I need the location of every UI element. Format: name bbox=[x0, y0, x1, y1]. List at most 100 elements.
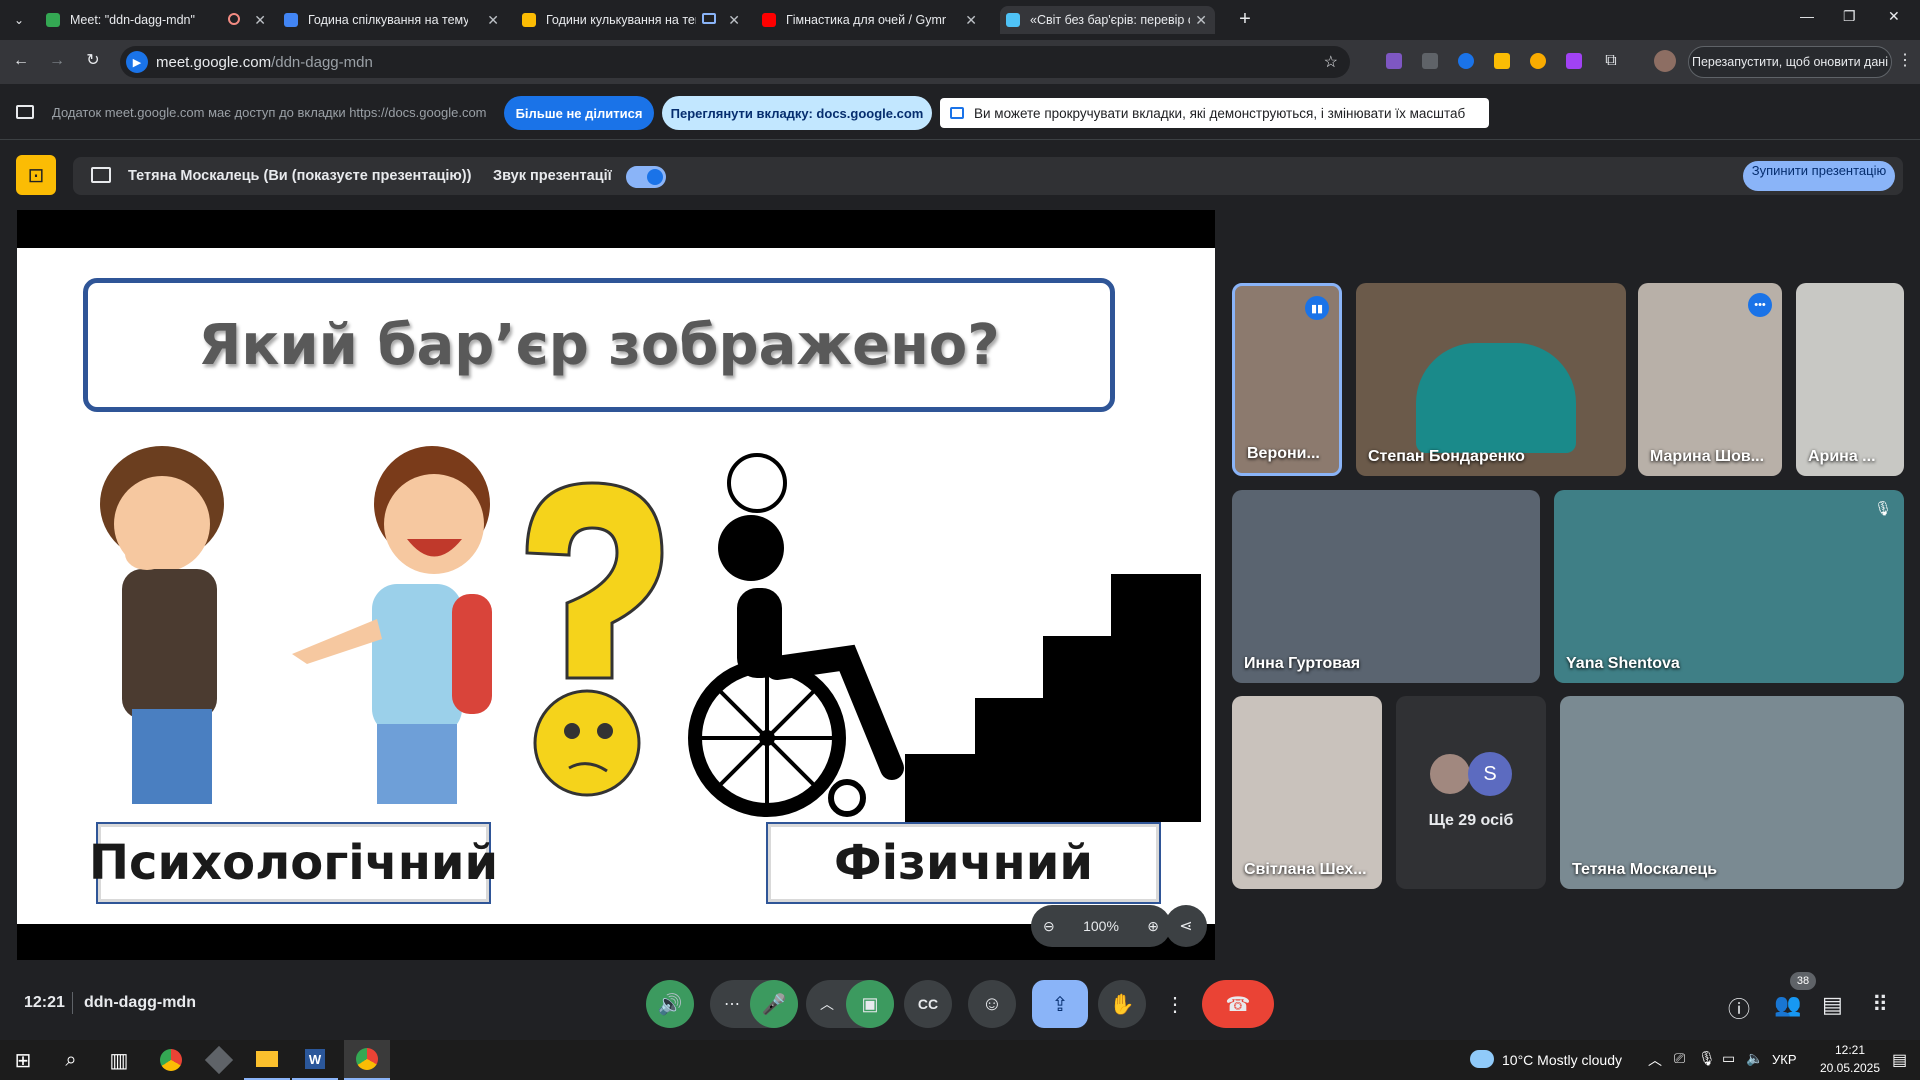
more-vert-icon: ⋮ bbox=[1165, 993, 1185, 1016]
close-tab-icon[interactable]: ✕ bbox=[1195, 12, 1207, 29]
scroll-info-text: Ви можете прокручувати вкладки, які демо… bbox=[974, 105, 1466, 121]
app-icon[interactable] bbox=[196, 1040, 242, 1080]
participant-video bbox=[1416, 343, 1576, 453]
activities-grid-icon[interactable]: ⠿ bbox=[1872, 992, 1888, 1018]
weather-text[interactable]: 10°C Mostly cloudy bbox=[1502, 1052, 1622, 1068]
captions-button[interactable]: CC bbox=[904, 980, 952, 1028]
extension-quill-icon[interactable] bbox=[1386, 53, 1402, 69]
reload-icon[interactable]: ↻ bbox=[84, 52, 102, 70]
view-tab-button[interactable]: Переглянути вкладку: docs.google.com bbox=[662, 96, 932, 130]
label-psychological: Психологічний bbox=[88, 835, 499, 891]
presentation-sound-toggle[interactable] bbox=[626, 166, 666, 188]
participant-name: Світлана Шех... bbox=[1244, 861, 1367, 878]
forward-icon[interactable]: → bbox=[48, 52, 66, 70]
participant-name: Инна Гуртовая bbox=[1244, 655, 1361, 672]
volume-icon[interactable]: 🔈 bbox=[1746, 1050, 1763, 1067]
microphone-button[interactable]: 🎤 bbox=[750, 980, 798, 1028]
participant-name: Yana Shentova bbox=[1566, 655, 1680, 672]
meeting-info-icon[interactable]: ⓘ bbox=[1728, 992, 1750, 1024]
profile-avatar[interactable] bbox=[1654, 50, 1676, 72]
site-info-icon[interactable]: ▶ bbox=[126, 51, 148, 73]
participant-tile-self[interactable]: Тетяна Москалець bbox=[1560, 696, 1904, 889]
camera-button[interactable]: ▣ bbox=[846, 980, 894, 1028]
close-tab-icon[interactable]: ✕ bbox=[254, 12, 266, 29]
stop-presenting-button[interactable]: Зупинити презентацію bbox=[1743, 161, 1895, 191]
close-tab-icon[interactable]: ✕ bbox=[487, 12, 499, 29]
people-icon[interactable]: 👥 bbox=[1774, 992, 1801, 1018]
zoom-in-icon[interactable]: ⊕ bbox=[1147, 918, 1159, 935]
more-participants-tile[interactable]: S Ще 29 осіб bbox=[1396, 696, 1546, 889]
back-icon[interactable]: ← bbox=[12, 52, 30, 70]
participant-tile[interactable]: ••• Марина Шов... bbox=[1638, 283, 1782, 476]
tab-search-icon[interactable]: ⌄ bbox=[10, 11, 28, 29]
stop-sharing-button[interactable]: Більше не ділитися bbox=[504, 96, 654, 130]
mic-tray-icon[interactable]: 🎙 bbox=[1698, 1050, 1716, 1067]
tab-doc-1[interactable]: Година спілкування на тему: « ✕ bbox=[284, 6, 499, 34]
tab-title: «Світ без бар'єрів: перевір себ bbox=[1030, 13, 1190, 27]
speaker-button[interactable]: 🔊 bbox=[646, 980, 694, 1028]
zoom-out-icon[interactable]: ⊖ bbox=[1043, 918, 1055, 935]
participant-tile[interactable]: Арина ... bbox=[1796, 283, 1904, 476]
zoom-level: 100% bbox=[1083, 918, 1119, 934]
windows-taskbar: ⊞ ⌕ ▥ W 10°C Mostly cloudy ︿ ⎚ 🎙 ▭ 🔈 УКР… bbox=[0, 1040, 1920, 1080]
wheelchair-illustration bbox=[688, 453, 904, 817]
language-indicator[interactable]: УКР bbox=[1772, 1052, 1797, 1067]
tab-slides[interactable]: Години кулькування на тем ✕ bbox=[522, 6, 740, 34]
chrome-icon[interactable] bbox=[148, 1040, 194, 1080]
reactions-button[interactable]: ☺ bbox=[968, 980, 1016, 1028]
close-tab-icon[interactable]: ✕ bbox=[965, 12, 977, 29]
tab-meet[interactable]: Meet: "ddn-dagg-mdn" ✕ bbox=[46, 6, 266, 34]
tab-active-quiz[interactable]: «Світ без бар'єрів: перевір себ ✕ bbox=[1000, 6, 1215, 34]
extension-coin-icon[interactable] bbox=[1530, 53, 1546, 69]
address-bar[interactable]: ▶ meet.google.com/ddn-dagg-mdn ☆ bbox=[120, 46, 1350, 78]
speaking-icon: ▮▮ bbox=[1305, 296, 1329, 320]
clock-date[interactable]: 20.05.2025 bbox=[1812, 1061, 1888, 1075]
participant-tile[interactable]: ▮▮ Верони... bbox=[1232, 283, 1342, 476]
extensions-puzzle-icon[interactable]: ⧉ bbox=[1602, 52, 1620, 70]
participant-tile[interactable]: 🎙 Yana Shentova bbox=[1554, 490, 1904, 683]
network-icon[interactable]: ▭ bbox=[1722, 1050, 1735, 1067]
bookmark-star-icon[interactable]: ☆ bbox=[1324, 52, 1338, 72]
close-tab-icon[interactable]: ✕ bbox=[728, 12, 740, 29]
chat-icon[interactable]: ▤ bbox=[1822, 992, 1843, 1018]
more-options-button[interactable]: ⋮ bbox=[1158, 980, 1192, 1028]
extension-blue-dot-icon[interactable] bbox=[1458, 53, 1474, 69]
tab-youtube[interactable]: Гімнастика для очей / Gymnas ✕ bbox=[762, 6, 977, 34]
leave-call-button[interactable]: ☎ bbox=[1202, 980, 1274, 1028]
captions-icon: CC bbox=[917, 996, 939, 1012]
windows-start-icon[interactable]: ⊞ bbox=[0, 1040, 46, 1080]
pin-presentation-icon[interactable]: ⊡ bbox=[16, 155, 56, 195]
chevron-up-icon[interactable]: ︿ bbox=[820, 994, 834, 1014]
present-button[interactable]: ⇪ bbox=[1032, 980, 1088, 1028]
meet-favicon-icon bbox=[46, 13, 60, 27]
close-window-icon[interactable]: ✕ bbox=[1888, 8, 1900, 25]
weather-cloud-icon bbox=[1470, 1050, 1494, 1068]
notifications-icon[interactable]: ▤ bbox=[1892, 1050, 1907, 1070]
participant-tile[interactable]: Світлана Шех... bbox=[1232, 696, 1382, 889]
quiz-favicon-icon bbox=[1006, 13, 1020, 27]
participant-tile[interactable]: Инна Гуртовая bbox=[1232, 490, 1540, 683]
restore-icon[interactable]: ❐ bbox=[1843, 8, 1856, 25]
menu-kebab-icon[interactable]: ⋮ bbox=[1896, 52, 1914, 70]
clock-time[interactable]: 12:21 bbox=[1820, 1043, 1880, 1057]
camera-tray-icon[interactable]: ⎚ bbox=[1674, 1050, 1685, 1067]
relaunch-button[interactable]: Перезапустити, щоб оновити дані bbox=[1688, 46, 1892, 78]
screen-share-icon bbox=[16, 105, 34, 119]
tab-title: Години кулькування на тем bbox=[546, 13, 696, 27]
raise-hand-button[interactable]: ✋ bbox=[1098, 980, 1146, 1028]
participant-tile[interactable]: Степан Бондаренко bbox=[1356, 283, 1626, 476]
extension-b-icon[interactable] bbox=[1566, 53, 1582, 69]
share-icon[interactable]: ⋖ bbox=[1165, 905, 1207, 947]
task-view-icon[interactable]: ▥ bbox=[96, 1040, 142, 1080]
minimize-icon[interactable]: — bbox=[1800, 8, 1814, 24]
file-explorer-icon[interactable] bbox=[244, 1040, 290, 1080]
extension-l-icon[interactable] bbox=[1494, 53, 1510, 69]
more-audio-options-icon[interactable]: ⋯ bbox=[724, 994, 740, 1014]
new-tab-icon[interactable]: + bbox=[1236, 9, 1254, 29]
word-icon[interactable]: W bbox=[292, 1040, 338, 1080]
chrome-active-icon[interactable] bbox=[344, 1040, 390, 1080]
extension-translate-icon[interactable] bbox=[1422, 53, 1438, 69]
tray-overflow-icon[interactable]: ︿ bbox=[1648, 1050, 1662, 1070]
participant-avatar-initial: S bbox=[1468, 752, 1512, 796]
search-icon[interactable]: ⌕ bbox=[48, 1040, 94, 1080]
